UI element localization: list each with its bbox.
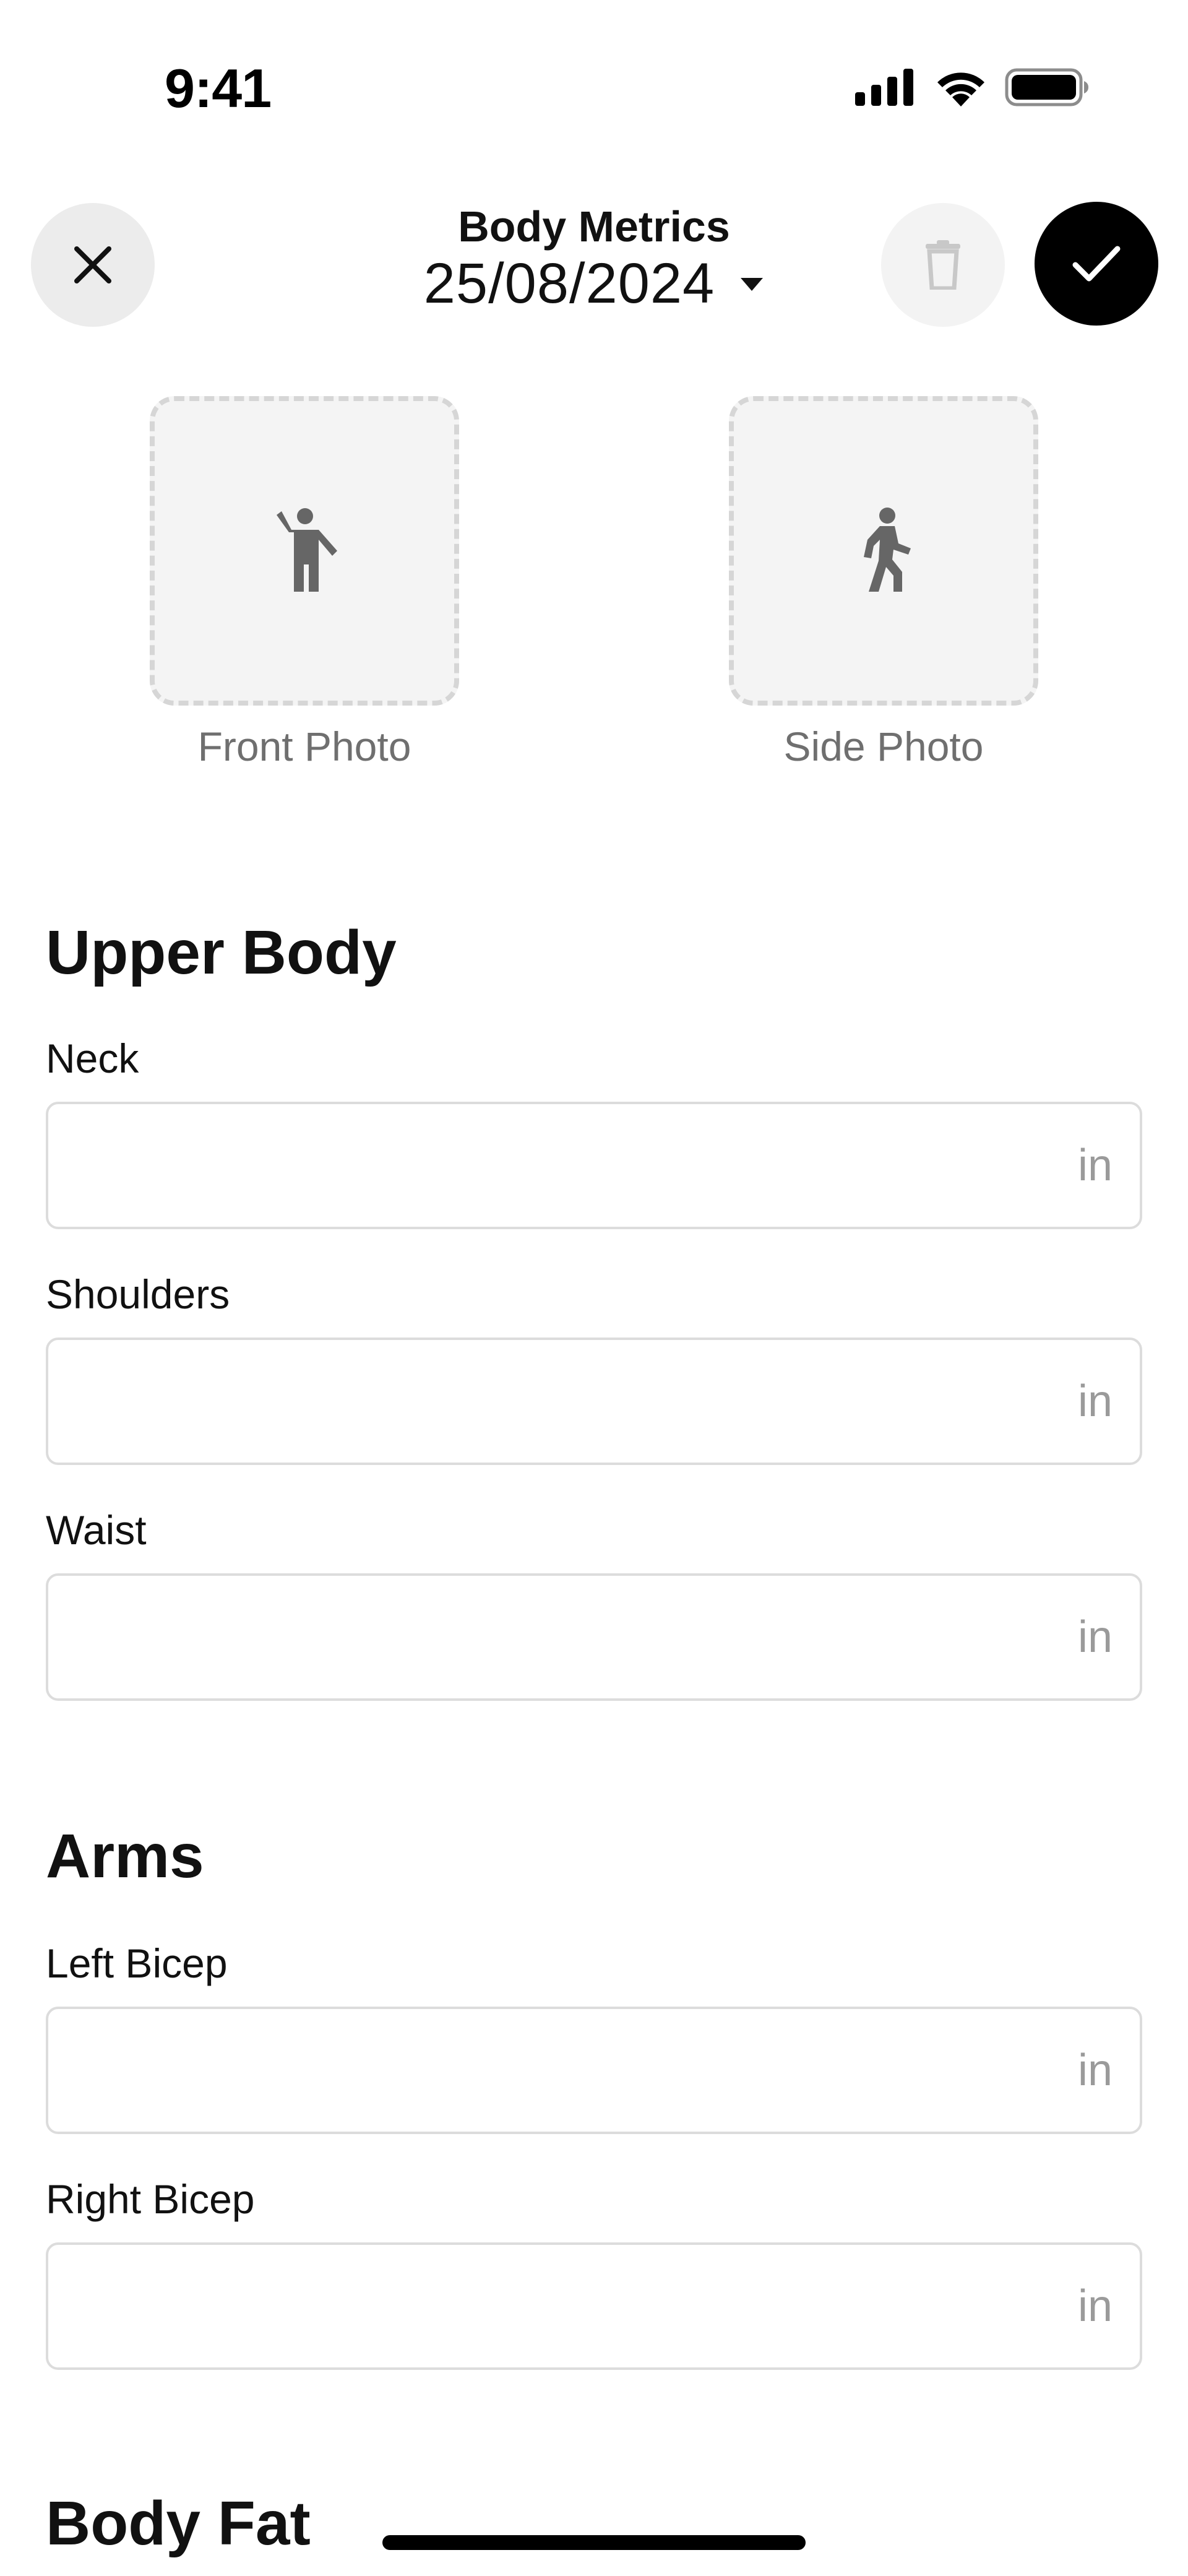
wifi-icon (937, 72, 984, 106)
unit-label: in (1077, 2046, 1113, 2095)
side-photo-upload[interactable] (729, 396, 1038, 706)
page-title: Body Metrics (458, 202, 730, 251)
body-metrics-screen: 9:41 Body Metrics 25/08/2024 Front Photo… (0, 0, 1188, 2576)
section-title-upper-body: Upper Body (46, 918, 397, 987)
date-picker[interactable]: 25/08/2024 (346, 251, 842, 316)
status-bar: 9:41 (0, 0, 1188, 161)
unit-label: in (1077, 1141, 1113, 1190)
person-standing-icon (277, 508, 337, 592)
status-time: 9:41 (165, 58, 272, 119)
field-label-shoulders: Shoulders (46, 1271, 230, 1317)
front-photo-slot[interactable]: Front Photo (150, 396, 459, 770)
checkmark-icon (1072, 246, 1121, 282)
header: Body Metrics 25/08/2024 (0, 198, 1188, 334)
waist-input[interactable]: in (46, 1573, 1142, 1701)
field-label-waist: Waist (46, 1507, 147, 1553)
left-bicep-input[interactable]: in (46, 2007, 1142, 2134)
home-indicator[interactable] (382, 2535, 806, 2550)
section-title-arms: Arms (46, 1822, 204, 1891)
save-button[interactable] (1035, 202, 1158, 326)
delete-button[interactable] (881, 203, 1005, 327)
shoulders-input[interactable]: in (46, 1338, 1142, 1465)
field-label-left-bicep: Left Bicep (46, 1940, 228, 1986)
front-photo-upload[interactable] (150, 396, 459, 706)
field-label-right-bicep: Right Bicep (46, 2176, 255, 2222)
field-label-neck: Neck (46, 1035, 139, 1081)
neck-input[interactable]: in (46, 1102, 1142, 1229)
battery-icon (1005, 68, 1088, 106)
cellular-signal-icon (855, 69, 913, 106)
person-walking-icon (864, 508, 911, 592)
right-bicep-input[interactable]: in (46, 2242, 1142, 2370)
date-value: 25/08/2024 (423, 252, 715, 315)
close-icon (74, 246, 111, 283)
side-photo-label: Side Photo (783, 724, 984, 769)
status-icons (855, 68, 1089, 106)
caret-down-icon (741, 277, 764, 291)
unit-label: in (1077, 1612, 1113, 1662)
trash-icon (926, 240, 960, 290)
unit-label: in (1077, 1377, 1113, 1426)
close-button[interactable] (31, 203, 155, 327)
unit-label: in (1077, 2281, 1113, 2331)
front-photo-label: Front Photo (197, 724, 411, 769)
section-title-body-fat: Body Fat (46, 2489, 311, 2558)
side-photo-slot[interactable]: Side Photo (729, 396, 1038, 770)
